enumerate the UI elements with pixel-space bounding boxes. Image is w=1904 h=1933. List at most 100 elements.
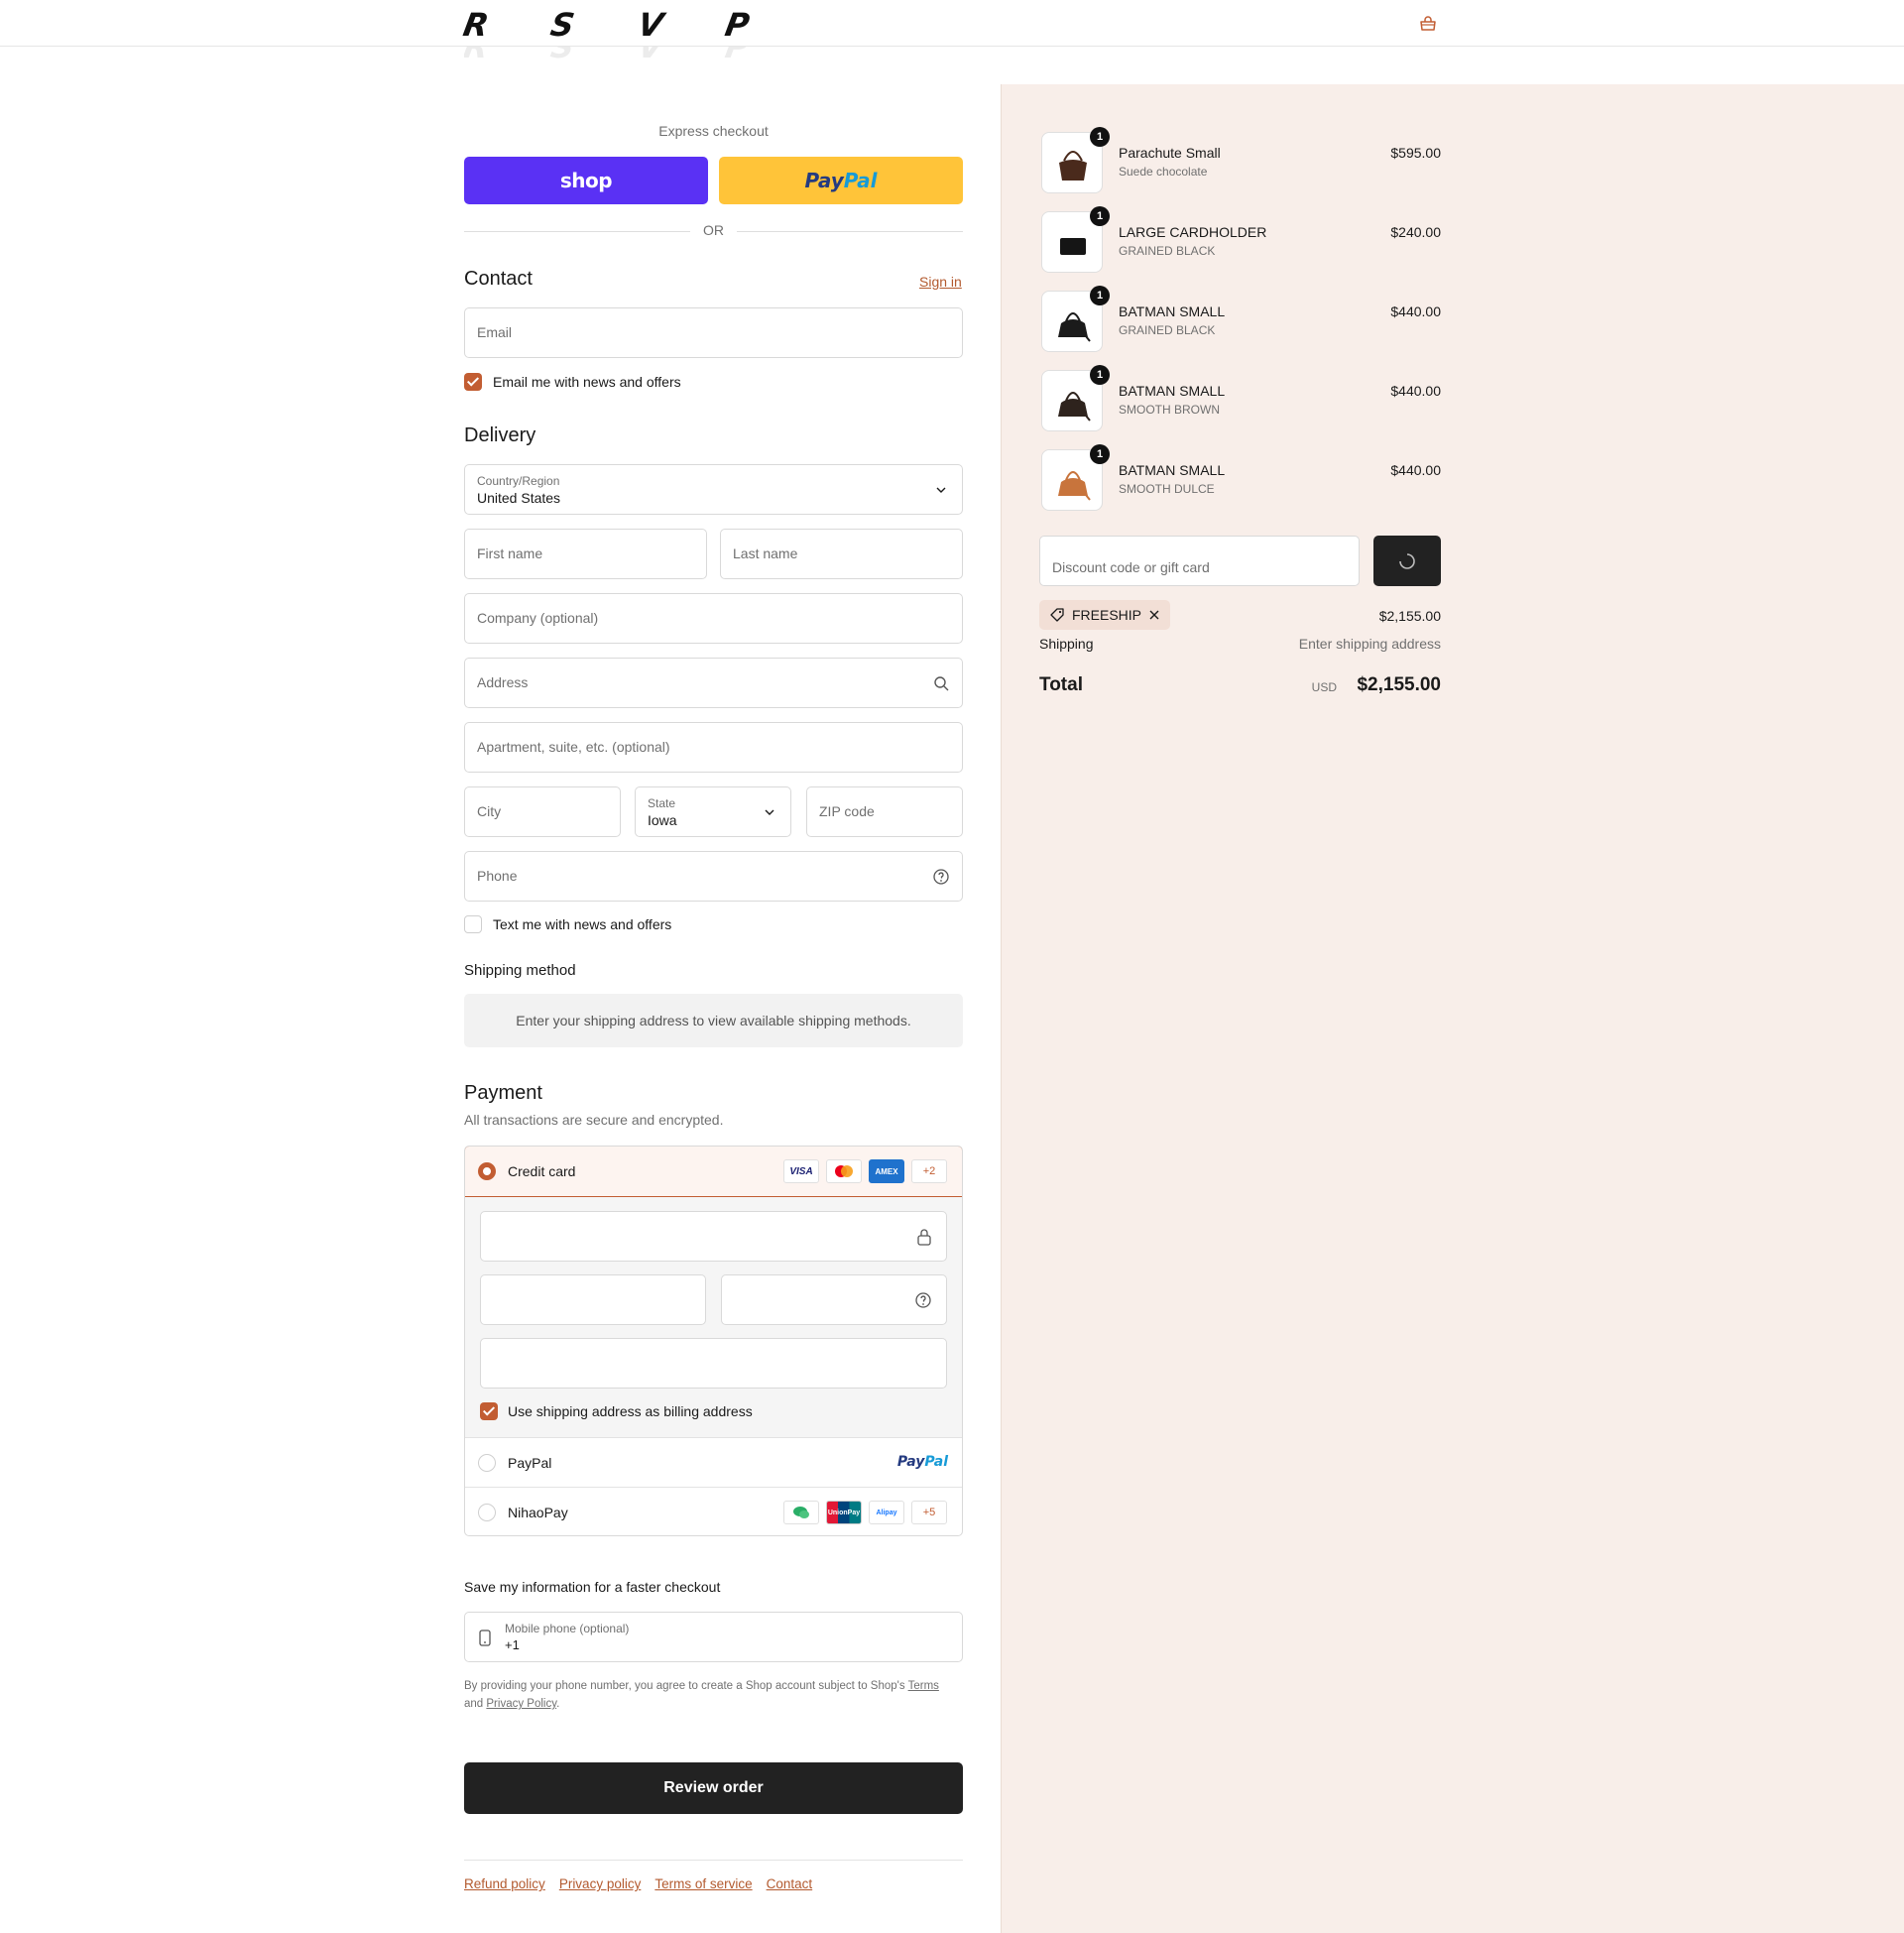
paypal-logo: PayPal <box>897 1454 948 1470</box>
billing-address-checkbox[interactable] <box>480 1402 498 1420</box>
item-variant: GRAINED BLACK <box>1119 244 1216 258</box>
quantity-badge: 1 <box>1090 365 1110 385</box>
item-name: LARGE CARDHOLDER <box>1119 224 1267 240</box>
security-code-field[interactable] <box>721 1274 947 1325</box>
last-name-field[interactable]: Last name <box>720 529 963 579</box>
item-price: $440.00 <box>1390 383 1441 399</box>
payment-methods: Credit card VISA AMEX +2 Use shipping ad… <box>464 1146 963 1536</box>
delivery-title: Delivery <box>464 424 536 446</box>
country-select[interactable]: Country/Region United States <box>464 464 963 515</box>
help-circle-icon[interactable] <box>932 868 950 886</box>
line-item: 1 BATMAN SMALL SMOOTH BROWN $440.00 <box>1039 365 1441 435</box>
email-field[interactable]: Email <box>464 307 963 358</box>
wechat-pay-logo <box>783 1501 819 1524</box>
item-name: BATMAN SMALL <box>1119 383 1226 399</box>
credit-card-option[interactable]: Credit card VISA AMEX +2 <box>465 1147 962 1197</box>
privacy-policy-footer-link[interactable]: Privacy policy <box>559 1876 642 1891</box>
remove-discount-icon[interactable] <box>1148 609 1160 621</box>
nihaopay-option[interactable]: NihaoPay UnionPay Alipay +5 <box>465 1488 962 1535</box>
item-name: BATMAN SMALL <box>1119 303 1226 319</box>
more-cards-badge[interactable]: +2 <box>911 1159 947 1183</box>
discount-code-field[interactable]: Discount code or gift card <box>1039 536 1360 586</box>
lock-icon <box>917 1229 931 1246</box>
email-news-checkbox[interactable] <box>464 373 482 391</box>
last-name-placeholder: Last name <box>733 545 798 561</box>
paypal-label: Pay <box>804 169 844 192</box>
text-news-checkbox[interactable] <box>464 915 482 933</box>
shipping-value: Enter shipping address <box>1298 636 1441 652</box>
text-news-label: Text me with news and offers <box>493 916 672 932</box>
item-price: $595.00 <box>1390 145 1441 161</box>
footer-links: Refund policy Privacy policy Terms of se… <box>464 1876 812 1891</box>
terms-of-service-link[interactable]: Terms of service <box>654 1876 752 1891</box>
paypal-option[interactable]: PayPal PayPal <box>465 1438 962 1488</box>
order-summary-panel <box>1001 84 1904 1933</box>
shop-terms-notice: By providing your phone number, you agre… <box>464 1677 963 1713</box>
contact-link[interactable]: Contact <box>767 1876 813 1891</box>
item-name: Parachute Small <box>1119 145 1221 161</box>
first-name-field[interactable]: First name <box>464 529 707 579</box>
or-divider: OR <box>464 222 963 240</box>
more-nihao-count: +5 <box>922 1507 936 1518</box>
unionpay-logo: UnionPay <box>826 1501 862 1524</box>
apartment-placeholder: Apartment, suite, etc. (optional) <box>477 739 670 755</box>
shopping-bag-icon[interactable] <box>1418 14 1438 34</box>
refund-policy-link[interactable]: Refund policy <box>464 1876 545 1891</box>
line-item: 1 Parachute Small Suede chocolate $595.0… <box>1039 127 1441 197</box>
help-circle-icon[interactable] <box>914 1291 932 1309</box>
card-details-form: Use shipping address as billing address <box>465 1197 962 1438</box>
paypal-radio[interactable] <box>478 1454 496 1472</box>
terms-text: By providing your phone number, you agre… <box>464 1680 908 1692</box>
line-item: 1 BATMAN SMALL SMOOTH DULCE $440.00 <box>1039 444 1441 515</box>
paypal-label: PayPal <box>508 1455 552 1471</box>
address-field[interactable]: Address <box>464 658 963 708</box>
country-label: Country/Region <box>477 474 560 488</box>
state-select[interactable]: State Iowa <box>635 786 791 837</box>
state-value: Iowa <box>648 812 677 828</box>
total-value: $2,155.00 <box>1357 674 1441 695</box>
item-variant: SMOOTH DULCE <box>1119 482 1215 496</box>
email-news-label: Email me with news and offers <box>493 374 681 390</box>
shop-pay-button[interactable]: shop <box>464 157 708 204</box>
privacy-policy-link[interactable]: Privacy Policy <box>486 1698 556 1710</box>
mobile-phone-icon <box>479 1630 491 1646</box>
logo-letter: S <box>547 6 578 44</box>
shipping-method-title: Shipping method <box>464 962 576 979</box>
discount-code: FREESHIP <box>1072 607 1142 623</box>
credit-card-radio[interactable] <box>478 1162 496 1180</box>
terms-period: . <box>556 1698 560 1710</box>
credit-card-label: Credit card <box>508 1163 576 1179</box>
unionpay-text: UnionPay <box>827 1509 861 1516</box>
search-icon <box>934 676 949 691</box>
city-placeholder: City <box>477 803 502 819</box>
more-nihao-badge[interactable]: +5 <box>911 1501 947 1524</box>
billing-address-label: Use shipping address as billing address <box>508 1403 753 1419</box>
brand-logo[interactable]: R S V P <box>460 6 813 44</box>
expiration-date-field[interactable] <box>480 1274 706 1325</box>
terms-link[interactable]: Terms <box>908 1680 939 1692</box>
card-number-field[interactable] <box>480 1211 947 1262</box>
subtotal-value: $2,155.00 <box>1378 608 1441 624</box>
company-field[interactable]: Company (optional) <box>464 593 963 644</box>
name-on-card-field[interactable] <box>480 1338 947 1389</box>
payment-title: Payment <box>464 1082 542 1104</box>
apply-discount-button[interactable] <box>1373 536 1441 586</box>
apartment-field[interactable]: Apartment, suite, etc. (optional) <box>464 722 963 773</box>
product-thumbnail: 1 <box>1041 206 1110 273</box>
review-order-button[interactable]: Review order <box>464 1762 963 1814</box>
logo-reflection: R S V P <box>464 44 813 65</box>
tag-icon <box>1050 608 1064 622</box>
phone-field[interactable]: Phone <box>464 851 963 902</box>
more-cards-count: +2 <box>922 1165 936 1177</box>
shop-label: shop <box>559 169 613 192</box>
quantity-badge: 1 <box>1090 206 1110 226</box>
zip-field[interactable]: ZIP code <box>806 786 963 837</box>
sign-in-link[interactable]: Sign in <box>919 274 962 290</box>
city-field[interactable]: City <box>464 786 621 837</box>
address-placeholder: Address <box>477 674 529 690</box>
paypal-express-button[interactable]: Pay Pal <box>719 157 963 204</box>
contact-title: Contact <box>464 268 533 290</box>
mobile-phone-field[interactable]: Mobile phone (optional) +1 <box>464 1612 963 1662</box>
mobile-phone-label: Mobile phone (optional) <box>505 1622 630 1635</box>
nihaopay-radio[interactable] <box>478 1504 496 1521</box>
